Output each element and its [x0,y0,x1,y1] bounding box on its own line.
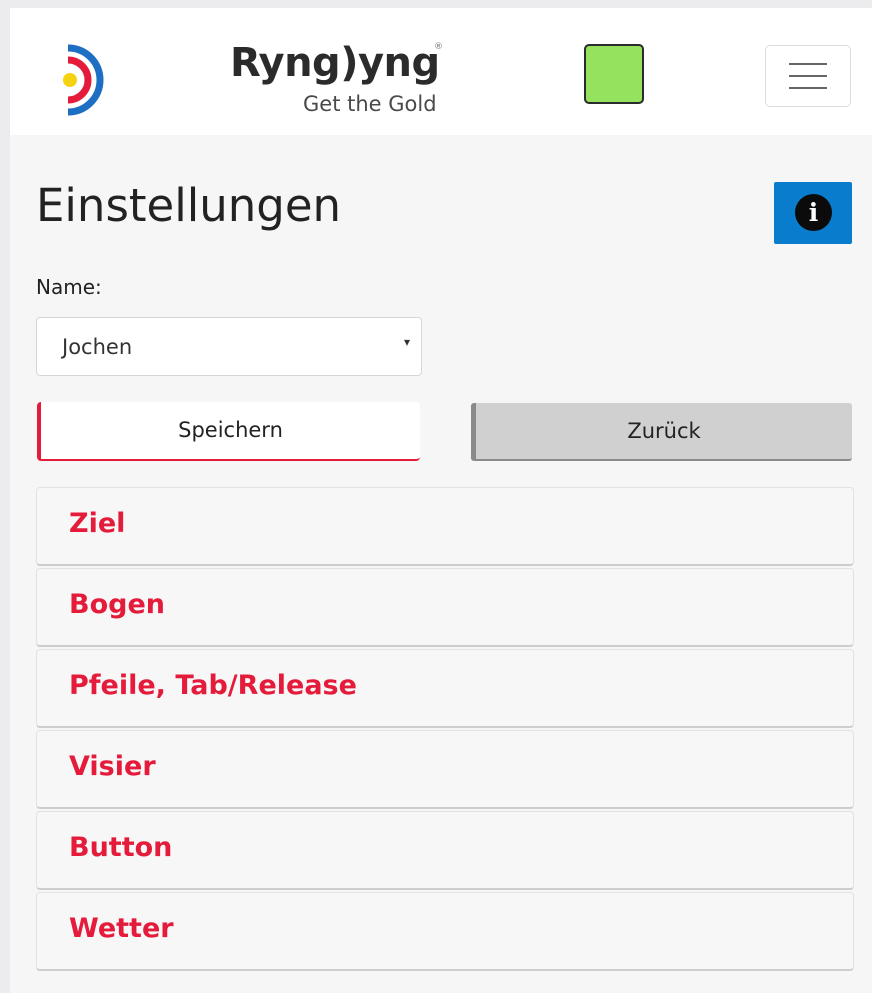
name-label: Name: [36,275,102,299]
brand-logo[interactable]: Ryng)yng ® Get the Gold [230,38,460,128]
settings-page: Einstellungen i Name: Jochen ▾ Speichern… [10,135,872,993]
chevron-down-icon: ▾ [403,335,410,349]
settings-sections: Ziel Bogen Pfeile, Tab/Release Visier Bu… [36,487,854,973]
info-button[interactable]: i [774,182,852,244]
hamburger-menu-icon [789,75,827,77]
section-label: Button [69,832,173,863]
section-ziel[interactable]: Ziel [36,487,854,566]
section-pfeile[interactable]: Pfeile, Tab/Release [36,649,854,728]
save-button[interactable]: Speichern [37,402,420,461]
section-button[interactable]: Button [36,811,854,890]
target-ring-icon[interactable] [58,44,104,116]
top-navbar: Ryng)yng ® Get the Gold [10,8,872,135]
info-icon: i [795,194,832,231]
registered-mark: ® [434,42,443,52]
brand-tagline: Get the Gold [303,92,437,116]
section-label: Ziel [69,508,126,539]
back-button[interactable]: Zurück [471,403,852,461]
name-select[interactable]: Jochen ▾ [36,317,422,376]
section-label: Visier [69,751,156,782]
hamburger-menu-icon [789,63,827,65]
brand-name: Ryng)yng [230,40,440,86]
name-select-value: Jochen [62,335,133,359]
section-bogen[interactable]: Bogen [36,568,854,647]
section-label: Bogen [69,589,165,620]
section-visier[interactable]: Visier [36,730,854,809]
section-wetter[interactable]: Wetter [36,892,854,971]
hamburger-menu-icon [789,87,827,89]
page-title: Einstellungen [36,179,342,232]
section-label: Wetter [69,913,174,944]
connection-status-indicator [584,44,644,104]
menu-toggle-button[interactable] [765,45,851,107]
section-label: Pfeile, Tab/Release [69,670,357,701]
